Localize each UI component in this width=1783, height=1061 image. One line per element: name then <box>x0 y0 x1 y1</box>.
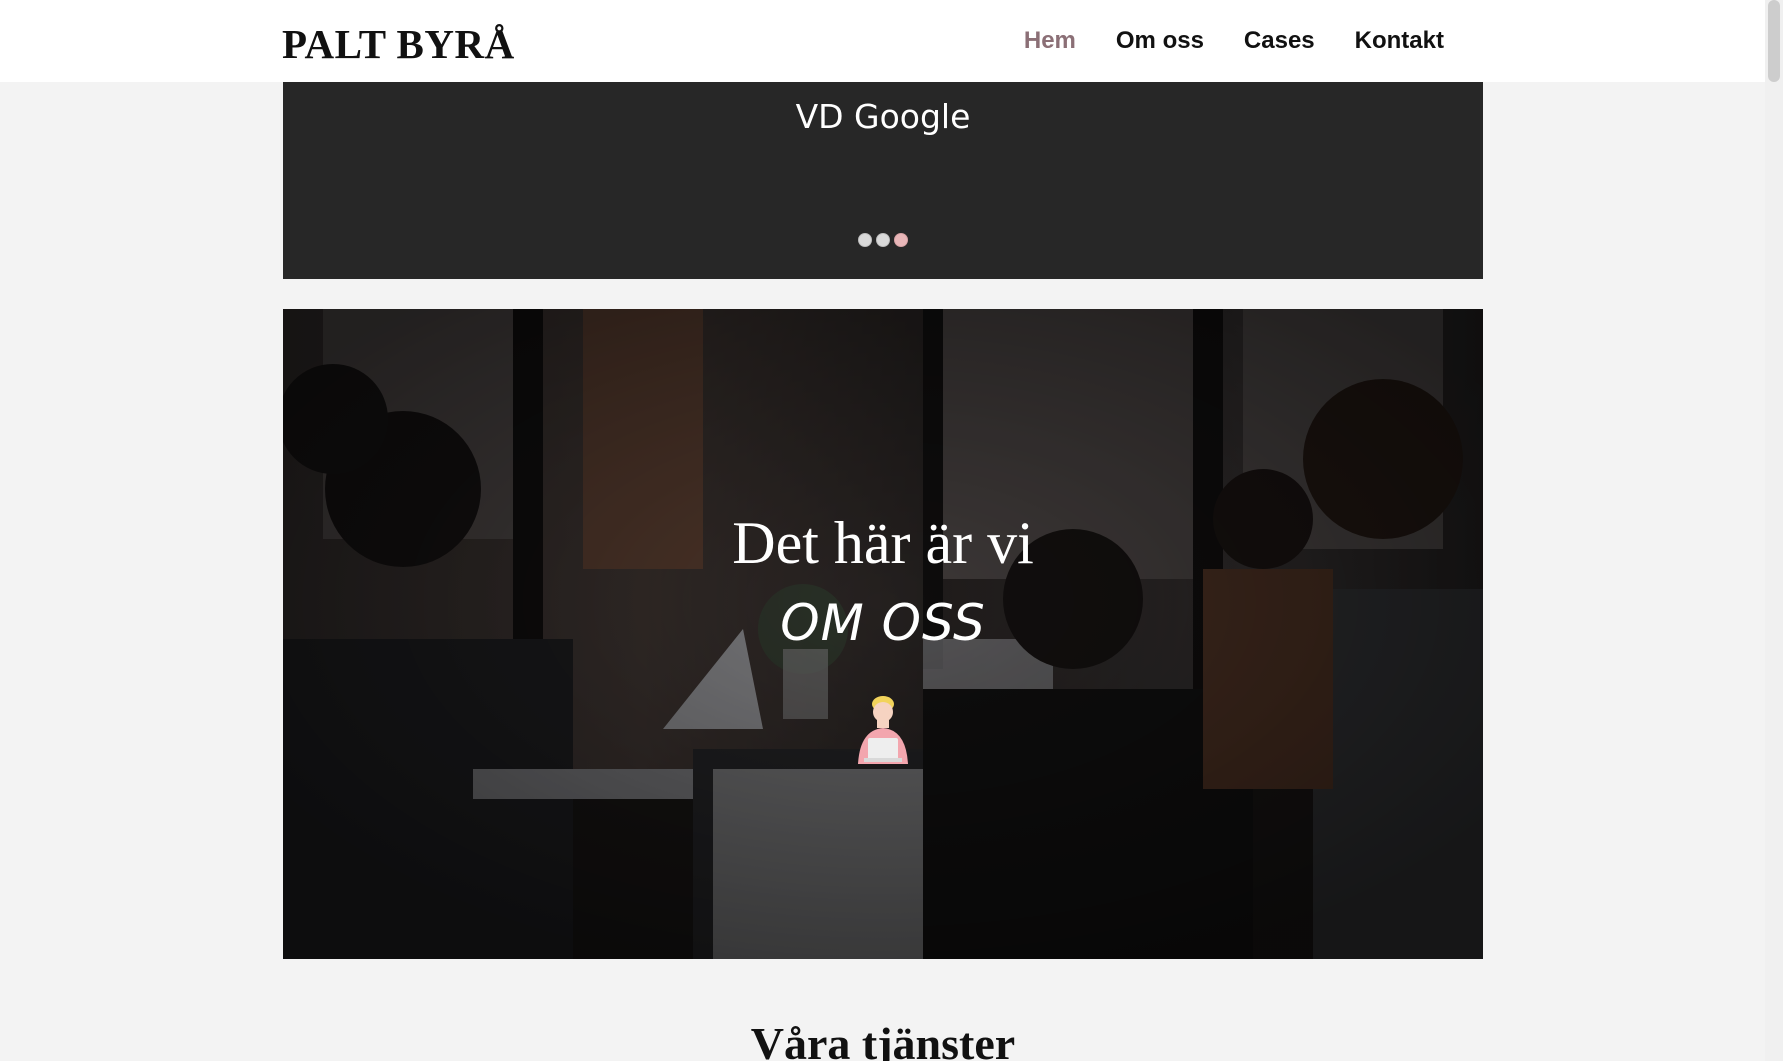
nav-item-hem[interactable]: Hem <box>1024 27 1076 55</box>
page-scrollbar[interactable] <box>1765 0 1783 1061</box>
nav-item-kontakt[interactable]: Kontakt <box>1355 27 1444 55</box>
slider-quote-text: VD Google <box>795 97 971 136</box>
person-with-laptop-icon <box>858 696 908 764</box>
slider-dot-1[interactable] <box>858 233 872 247</box>
about-hero: Det här är vi OM OSS <box>283 309 1483 959</box>
testimonial-slider: VD Google <box>283 82 1483 279</box>
services-title: Våra tjänster <box>750 1018 1016 1061</box>
site-logo[interactable]: PALT BYRÅ <box>282 18 515 70</box>
nav-item-cases[interactable]: Cases <box>1244 27 1315 55</box>
site-header: PALT BYRÅ Hem Om oss Cases Kontakt <box>0 0 1783 82</box>
slider-dot-3[interactable] <box>894 233 908 247</box>
main-nav: Hem Om oss Cases Kontakt <box>1024 22 1444 60</box>
hero-title: Det här är vi <box>732 510 1034 576</box>
slider-dots <box>283 233 1483 247</box>
scrollbar-thumb[interactable] <box>1768 0 1780 82</box>
nav-item-om-oss[interactable]: Om oss <box>1116 27 1204 55</box>
hero-link-om-oss[interactable]: OM OSS <box>283 593 1483 653</box>
slider-dot-2[interactable] <box>876 233 890 247</box>
